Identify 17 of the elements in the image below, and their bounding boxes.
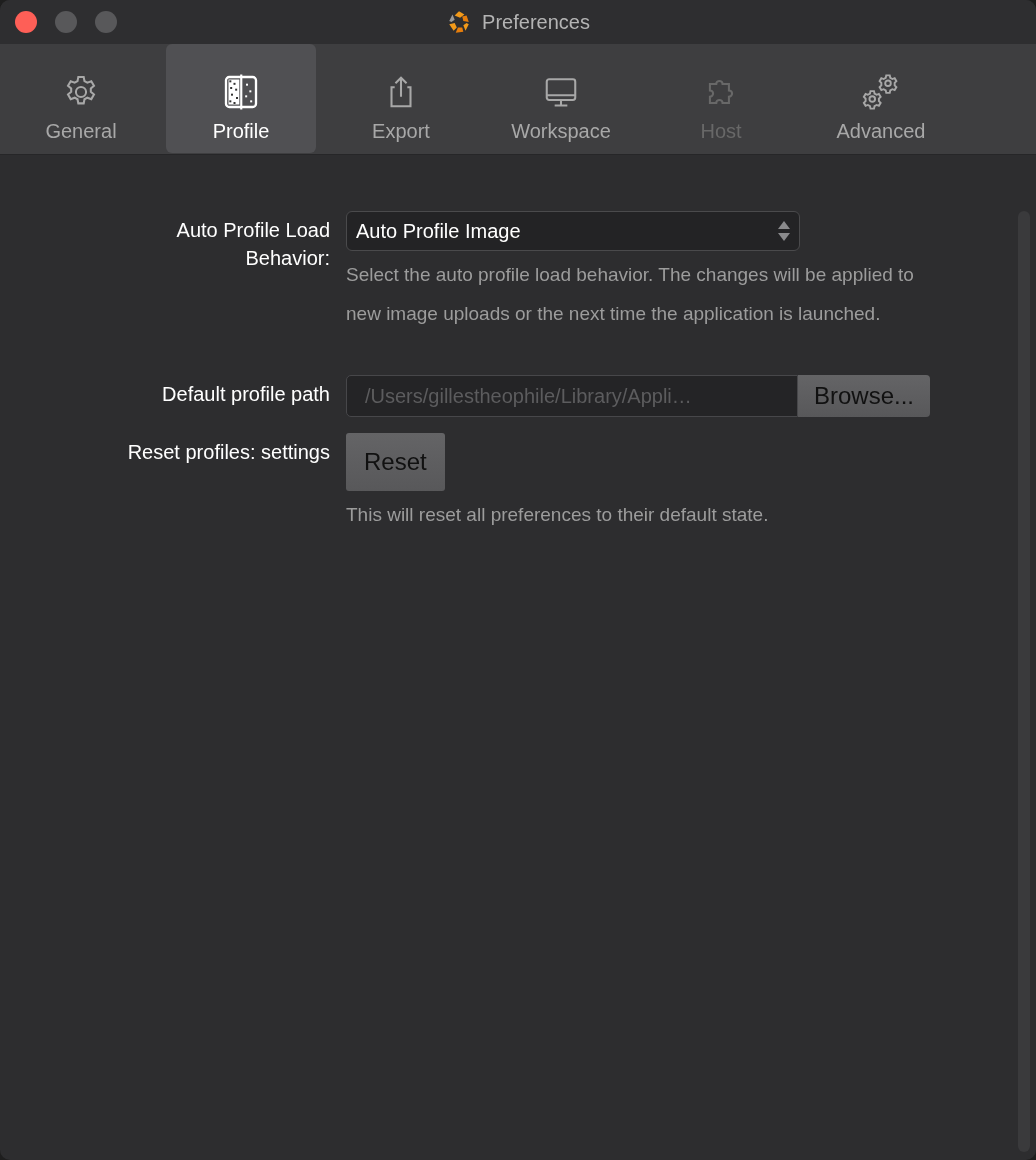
tab[interactable]: Advanced xyxy=(806,44,956,153)
zoom-button[interactable] xyxy=(95,11,117,33)
setting-label: Reset profiles: settings xyxy=(127,440,330,465)
tab[interactable]: Workspace xyxy=(486,44,636,153)
setting-label: Default profile path xyxy=(162,382,330,407)
stepper-icon xyxy=(777,219,791,243)
tab[interactable]: General xyxy=(6,44,156,153)
reset-button[interactable]: Reset xyxy=(346,433,445,491)
tab[interactable]: Profile xyxy=(166,44,316,153)
dropdown[interactable]: Auto Profile Image xyxy=(346,211,800,251)
setting-label: Auto Profile Load Behavior: xyxy=(175,218,330,271)
help-text: This will reset all preferences to their default state. xyxy=(346,503,770,527)
window-title: Preferences xyxy=(482,10,590,34)
minimize-button[interactable] xyxy=(55,11,77,33)
help-text: Select the auto profile load behavior. The changes will be applied to new image uploads or the next time the application is launched. xyxy=(346,263,915,326)
tab[interactable]: Export xyxy=(326,44,476,153)
close-button[interactable] xyxy=(15,11,37,33)
